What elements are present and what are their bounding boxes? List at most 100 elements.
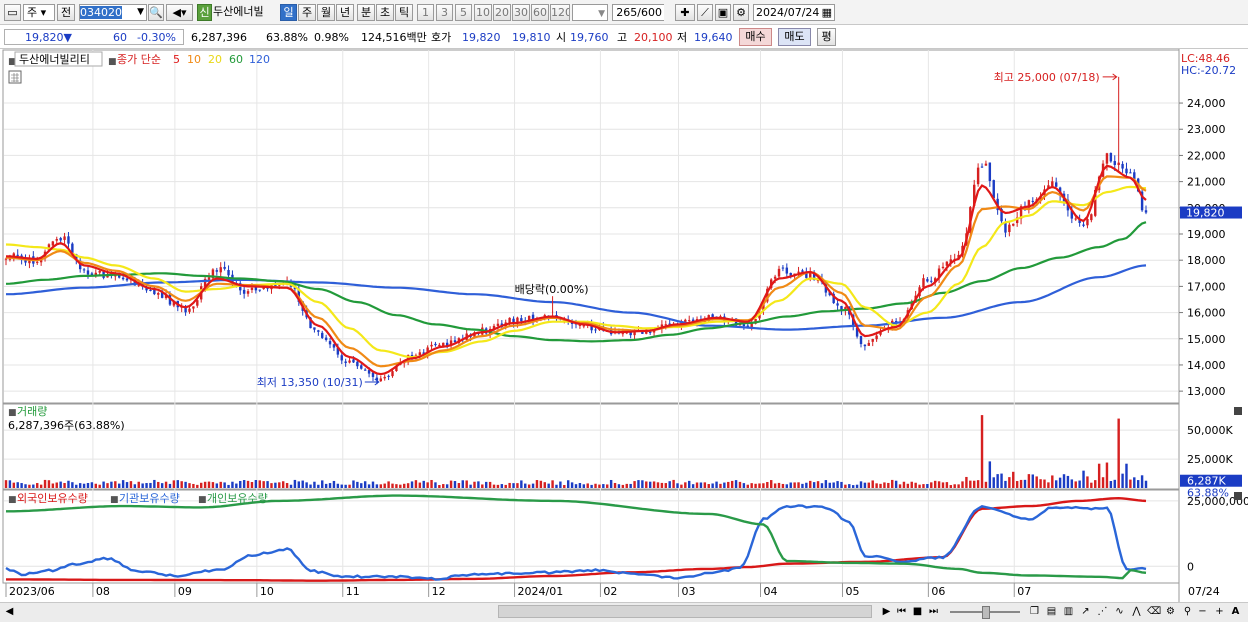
window-icon[interactable]: ▭: [4, 4, 21, 21]
scroll-left-icon[interactable]: ◀: [3, 605, 16, 618]
gear-icon[interactable]: ⚙: [733, 4, 749, 21]
search-icon[interactable]: 🔍: [148, 4, 164, 21]
volume-bar: [352, 480, 355, 488]
volume-bar: [801, 483, 804, 488]
interval-5[interactable]: 5: [455, 4, 472, 21]
volume-bar: [188, 483, 191, 488]
volume-bar: [90, 482, 94, 488]
stop-icon[interactable]: ■: [911, 605, 924, 618]
zoom-handle[interactable]: [982, 606, 990, 619]
volume-bar: [36, 483, 39, 488]
volume-bar: [465, 480, 468, 488]
volume-bar: [1012, 471, 1015, 488]
volume-tick-label: 25,000K: [1187, 453, 1233, 466]
average-button[interactable]: 평: [817, 28, 836, 46]
holdings-close-icon[interactable]: [1234, 492, 1242, 500]
candle-body: [383, 376, 386, 379]
interval-120[interactable]: 120: [550, 4, 570, 21]
pattern-icon[interactable]: ⋀: [1130, 605, 1143, 618]
zoom-out-search-icon[interactable]: ⚲: [1181, 605, 1194, 618]
volume-bar: [848, 484, 851, 488]
volume-bar: [360, 483, 363, 488]
settings-icon[interactable]: ⚙: [1164, 605, 1177, 618]
volume-bar: [399, 484, 402, 488]
candle-body: [363, 369, 367, 371]
tab-second[interactable]: 초: [376, 4, 394, 21]
volume-bar: [328, 483, 332, 488]
interval-30[interactable]: 30: [512, 4, 530, 21]
volume-bar: [153, 479, 156, 488]
minus-icon[interactable]: −: [1196, 605, 1209, 618]
volume-bar: [262, 481, 265, 488]
volume-bar: [859, 481, 863, 488]
interval-custom-select[interactable]: ▼: [572, 4, 608, 21]
scroll-thumb[interactable]: [498, 605, 872, 618]
tab-month[interactable]: 월: [317, 4, 335, 21]
copy-icon[interactable]: ❐: [1028, 605, 1041, 618]
volume-bar: [512, 483, 515, 488]
price-tick-label: 18,000: [1187, 254, 1226, 267]
scroll-right-icon[interactable]: ▶: [880, 605, 893, 618]
interval-3[interactable]: 3: [436, 4, 453, 21]
volume-bar: [59, 481, 62, 488]
volume-bar: [24, 484, 27, 488]
trend-icon[interactable]: ↗: [1079, 605, 1092, 618]
first-icon[interactable]: ⏮: [895, 605, 908, 618]
tab-year[interactable]: 년: [336, 4, 354, 21]
sell-button[interactable]: 매도: [778, 28, 811, 46]
volume-bar: [902, 481, 906, 488]
crosshair-icon[interactable]: ✚: [675, 4, 695, 21]
volume-bar: [543, 482, 546, 488]
volume-bar: [125, 482, 129, 488]
interval-60[interactable]: 60: [531, 4, 549, 21]
volume-bar: [668, 481, 671, 488]
volume-bar: [680, 484, 683, 488]
candle-body: [621, 333, 625, 335]
volume-bar: [461, 480, 464, 488]
volume-bar: [223, 482, 226, 488]
speaker-icon[interactable]: ◀▾: [166, 4, 193, 21]
volume-bar: [590, 484, 593, 488]
quote-bar: 19,820▼ 60 -0.30% 6,287,396 63.88% 0.98%…: [0, 25, 1248, 49]
volume-bar: [227, 484, 230, 488]
period-type-select[interactable]: 주 ▾: [23, 4, 55, 21]
chevron-down-icon: ▼: [598, 9, 605, 19]
volume-bar: [344, 484, 347, 488]
wave-icon[interactable]: ∿: [1113, 605, 1126, 618]
eraser-icon[interactable]: ⌫: [1147, 605, 1161, 618]
volume-bar: [211, 482, 215, 488]
tab-day[interactable]: 일: [280, 4, 297, 21]
count-input[interactable]: 265/600: [612, 4, 664, 21]
volume-bar: [219, 481, 222, 488]
volume-bar: [430, 479, 433, 488]
volume-bar: [762, 483, 765, 488]
volume-bar: [114, 481, 117, 488]
volume-bar: [766, 482, 769, 488]
tab-tick[interactable]: 틱: [395, 4, 413, 21]
last-icon[interactable]: ⏭: [927, 605, 940, 618]
fibo-icon[interactable]: ⋰: [1096, 605, 1109, 618]
save-icon[interactable]: ▣: [715, 4, 731, 21]
chart-scrollbar[interactable]: ◀ ▶ ⏮ ■ ⏭ ❐ ▤ ▥ ↗ ⋰ ∿ ⋀ ⌫ ⚙ ⚲ − + A: [0, 602, 1248, 622]
stock-code-input[interactable]: 034020 ▼: [79, 4, 147, 21]
split-icon[interactable]: ▥: [1062, 605, 1075, 618]
interval-1[interactable]: 1: [417, 4, 434, 21]
interval-20[interactable]: 20: [493, 4, 511, 21]
tab-week[interactable]: 주: [298, 4, 316, 21]
draw-line-icon[interactable]: ⟋: [697, 4, 713, 21]
volume-close-icon[interactable]: [1234, 407, 1242, 415]
volume-bar: [910, 481, 913, 488]
volume-bar: [1023, 479, 1027, 488]
tab-minute[interactable]: 분: [357, 4, 375, 21]
font-icon[interactable]: A: [1229, 605, 1242, 618]
interval-10[interactable]: 10: [474, 4, 492, 21]
legend-ma10: 10: [187, 53, 201, 66]
prev-button[interactable]: 전: [57, 4, 75, 21]
plus-icon[interactable]: +: [1213, 605, 1226, 618]
buy-button[interactable]: 매수: [739, 28, 772, 46]
price-tick-label: 13,000: [1187, 385, 1226, 398]
date-input[interactable]: 2024/07/24 ▦: [753, 4, 835, 21]
layout-icon[interactable]: ▤: [1045, 605, 1058, 618]
volume-bar: [797, 482, 800, 488]
volume-bar: [676, 483, 679, 488]
